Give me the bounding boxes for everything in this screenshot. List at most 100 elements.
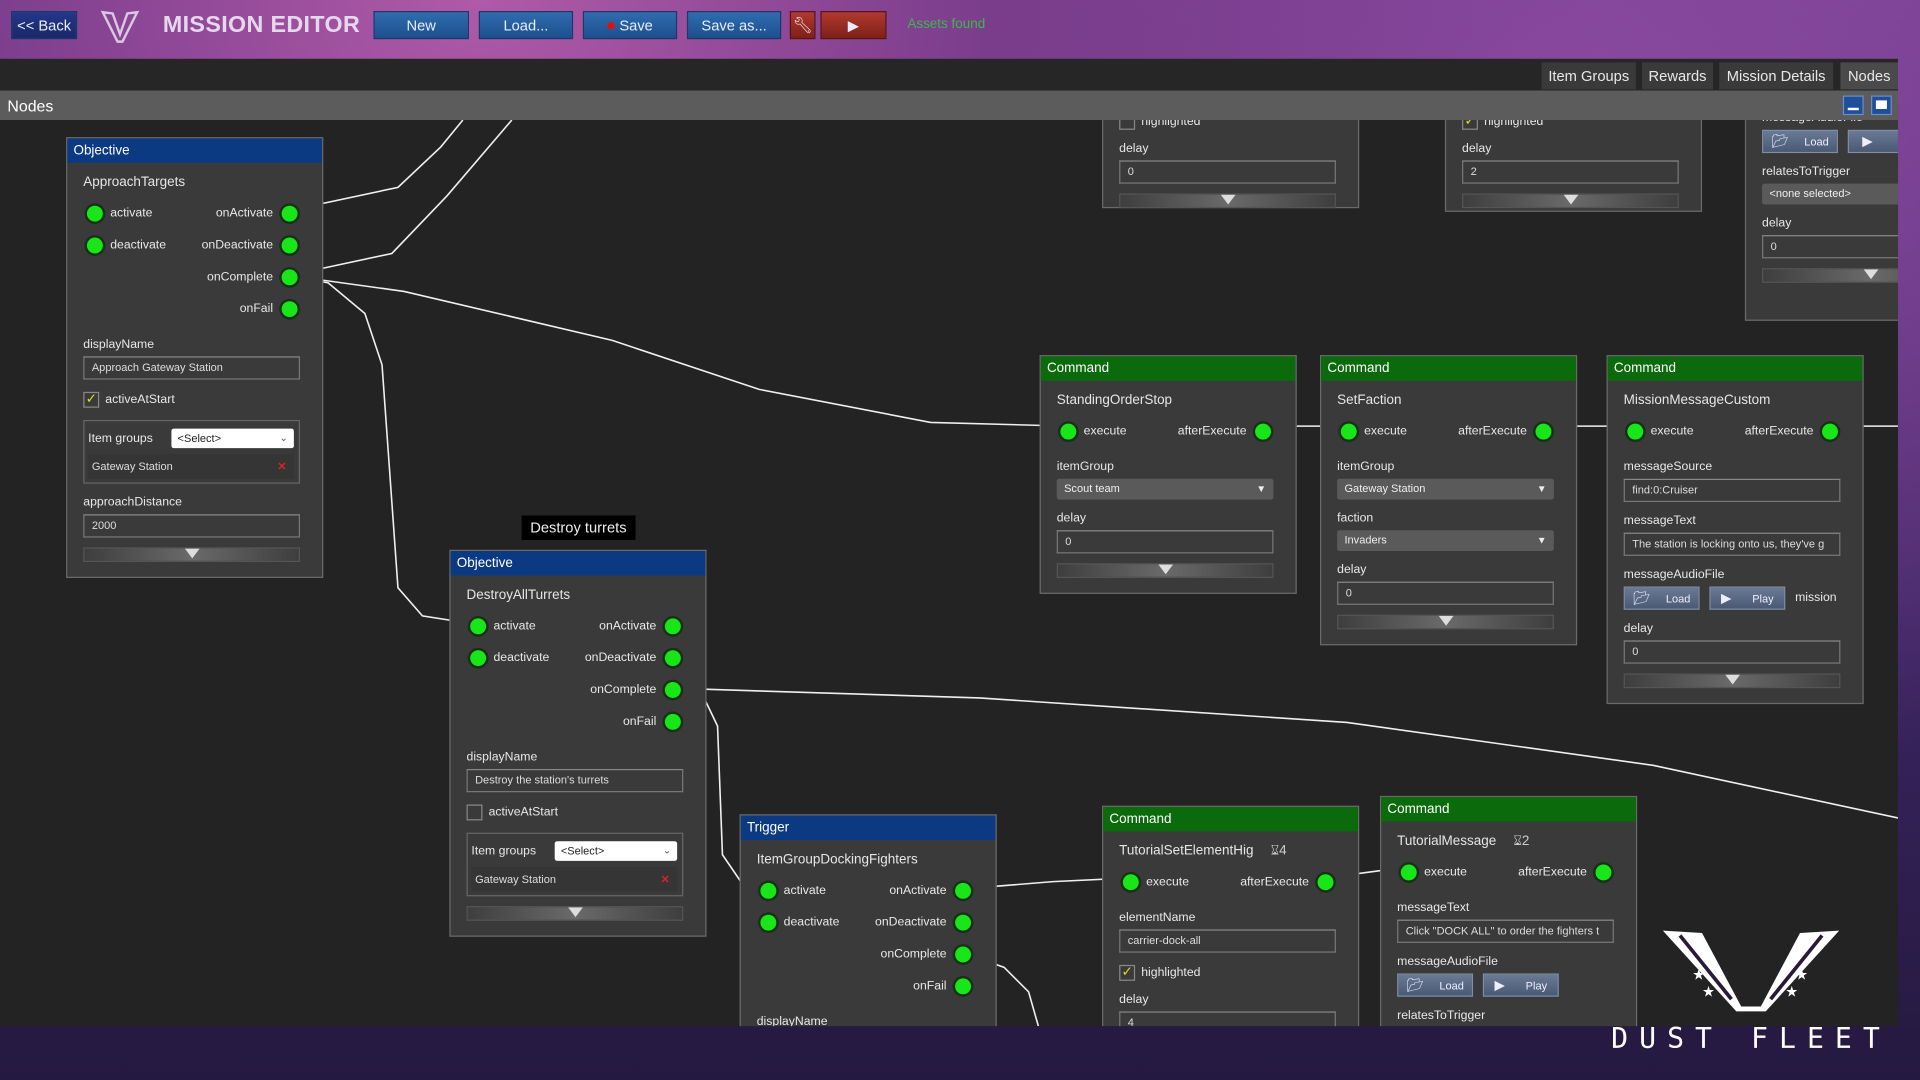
output-port-onFail[interactable] xyxy=(281,301,298,318)
expand-toggle[interactable] xyxy=(1762,268,1898,283)
field-input-delay[interactable]: 0 xyxy=(1762,235,1898,259)
field-input-delay[interactable]: 0 xyxy=(1119,160,1336,184)
output-port-onDeactivate[interactable] xyxy=(664,650,681,667)
checkbox-activeAtStart[interactable]: activeAtStart xyxy=(466,804,706,821)
field-input-delay[interactable]: 4 xyxy=(1119,1011,1336,1027)
play-audio-button[interactable]: ▶Pl xyxy=(1847,129,1898,154)
checkbox-box[interactable]: ✓ xyxy=(83,391,100,408)
expand-toggle[interactable] xyxy=(1623,673,1841,689)
settings-button[interactable]: 🔧︎ xyxy=(789,11,816,40)
node-type-header[interactable]: Command xyxy=(1103,806,1358,832)
node-trigger[interactable]: Trigger ItemGroupDockingFighters activate o… xyxy=(739,814,997,1027)
field-input-elementName[interactable]: carrier-dock-all xyxy=(1119,929,1336,953)
input-port-execute[interactable] xyxy=(1122,874,1139,891)
output-port-onDeactivate[interactable] xyxy=(281,237,298,254)
input-port-activate[interactable] xyxy=(470,618,487,635)
field-input-displayName[interactable]: Destroy the station's turrets xyxy=(466,768,684,793)
input-port-activate[interactable] xyxy=(86,205,103,222)
input-port-execute[interactable] xyxy=(1400,864,1417,881)
save-button[interactable]: Save xyxy=(582,11,678,40)
checkbox-highlighted[interactable]: ✓ highlighted xyxy=(1462,120,1701,130)
field-input-messageText[interactable]: Click "DOCK ALL" to order the fighters t xyxy=(1397,919,1614,943)
checkbox-box[interactable]: ✓ xyxy=(1119,964,1136,981)
item-groups-select[interactable]: <Select> ⌄ xyxy=(554,841,678,861)
output-port-onActivate[interactable] xyxy=(664,618,681,635)
item-groups-select[interactable]: <Select> ⌄ xyxy=(171,428,294,449)
checkbox-box[interactable] xyxy=(466,804,483,821)
node-canvas[interactable]: Destroy turrets highlighted delay 0 ✓ highli… xyxy=(0,120,1898,1027)
checkbox-box[interactable]: ✓ xyxy=(1462,120,1478,130)
field-input-delay[interactable]: 0 xyxy=(1056,530,1274,554)
output-port-onComplete[interactable] xyxy=(955,946,972,963)
save-as-button[interactable]: Save as... xyxy=(686,11,782,40)
minimize-button[interactable] xyxy=(1842,95,1864,116)
output-port-afterExecute[interactable] xyxy=(1822,423,1838,440)
output-port-onFail[interactable] xyxy=(955,978,972,995)
output-port-afterExecute[interactable] xyxy=(1595,864,1612,881)
input-port-deactivate[interactable] xyxy=(470,650,487,667)
remove-icon[interactable]: ✕ xyxy=(661,867,670,891)
node-command[interactable]: Command TutorialSetElementHig ⌛︎4 execute af… xyxy=(1102,805,1360,1027)
field-input-displayName[interactable]: Approach Gateway Station xyxy=(83,356,301,380)
input-port-deactivate[interactable] xyxy=(760,914,777,931)
output-port-onComplete[interactable] xyxy=(281,269,298,286)
load-audio-button[interactable]: 📂︎ Load xyxy=(1397,973,1474,997)
field-input-delay[interactable]: 0 xyxy=(1623,640,1841,664)
node-type-header[interactable]: Command xyxy=(1321,356,1576,381)
node-command[interactable]: Command SetFaction execute afterExecute item… xyxy=(1320,355,1578,646)
checkbox-highlighted[interactable]: ✓ highlighted xyxy=(1119,964,1358,981)
tab-mission-details[interactable]: Mission Details xyxy=(1719,62,1834,90)
input-port-execute[interactable] xyxy=(1340,423,1357,440)
output-port-afterExecute[interactable] xyxy=(1317,874,1334,891)
node-objective[interactable]: Objective ApproachTargets activate onActiva… xyxy=(66,137,324,578)
remove-icon[interactable]: ✕ xyxy=(277,454,286,478)
load-audio-button[interactable]: 📂︎ Load xyxy=(1623,586,1700,610)
play-audio-button[interactable]: ▶ Play xyxy=(1482,973,1559,997)
field-input-messageText[interactable]: The station is locking onto us, they've … xyxy=(1623,532,1841,556)
node-objective[interactable]: Objective DestroyAllTurrets activate onActi… xyxy=(449,549,707,937)
node-command[interactable]: Command MissionMessageCustom execute afterE… xyxy=(1606,355,1864,705)
expand-toggle[interactable] xyxy=(1337,614,1554,630)
expand-toggle[interactable] xyxy=(466,906,684,921)
field-select-faction[interactable]: Invaders ▼ xyxy=(1337,530,1554,552)
checkbox-box[interactable] xyxy=(1119,120,1136,130)
output-port-onFail[interactable] xyxy=(664,713,681,730)
field-select-itemGroup[interactable]: Gateway Station ▼ xyxy=(1337,478,1554,500)
node-type-header[interactable]: Command xyxy=(1607,356,1863,381)
expand-toggle[interactable] xyxy=(83,547,301,563)
input-port-execute[interactable] xyxy=(1060,423,1077,440)
tab-rewards[interactable]: Rewards xyxy=(1642,62,1714,90)
play-mission-button[interactable]: ▶ xyxy=(820,11,887,40)
output-port-onComplete[interactable] xyxy=(664,682,681,698)
maximize-button[interactable] xyxy=(1871,95,1892,116)
expand-toggle[interactable] xyxy=(1056,563,1274,578)
expand-toggle[interactable] xyxy=(1119,193,1336,209)
field-input-messageSource[interactable]: find:0:Cruiser xyxy=(1623,478,1841,503)
new-button[interactable]: New xyxy=(373,11,469,40)
input-port-activate[interactable] xyxy=(760,882,777,899)
back-button[interactable]: << Back xyxy=(11,11,78,40)
load-audio-button[interactable]: 📂︎ Load xyxy=(1762,129,1838,154)
node-type-header[interactable]: Trigger xyxy=(740,815,996,841)
checkbox-activeAtStart[interactable]: ✓ activeAtStart xyxy=(83,391,322,408)
output-port-onActivate[interactable] xyxy=(955,882,972,899)
node-partial[interactable]: messageAudioFile 📂︎ Load ▶Pl relatesToTrigge… xyxy=(1744,120,1898,321)
tab-nodes[interactable]: Nodes xyxy=(1840,62,1898,90)
node-partial[interactable]: highlighted delay 0 xyxy=(1102,120,1360,209)
load-button[interactable]: Load... xyxy=(478,11,574,40)
node-type-header[interactable]: Objective xyxy=(450,551,706,576)
node-type-header[interactable]: Command xyxy=(1040,356,1296,381)
node-command[interactable]: Command TutorialMessage ⌛︎2 execute afterExe… xyxy=(1380,795,1638,1027)
output-port-afterExecute[interactable] xyxy=(1255,423,1272,440)
field-select-itemGroup[interactable]: Scout team ▼ xyxy=(1056,478,1274,500)
field-input-approachDistance[interactable]: 2000 xyxy=(83,514,301,538)
output-port-onActivate[interactable] xyxy=(281,205,298,222)
expand-toggle[interactable] xyxy=(1462,193,1679,209)
checkbox-highlighted[interactable]: highlighted xyxy=(1119,120,1358,130)
node-type-header[interactable]: Command xyxy=(1381,797,1636,822)
node-type-header[interactable]: Objective xyxy=(67,138,323,163)
field-input-delay[interactable]: 2 xyxy=(1462,160,1679,184)
output-port-onDeactivate[interactable] xyxy=(955,914,972,931)
input-port-execute[interactable] xyxy=(1627,423,1644,440)
output-port-afterExecute[interactable] xyxy=(1535,423,1552,440)
